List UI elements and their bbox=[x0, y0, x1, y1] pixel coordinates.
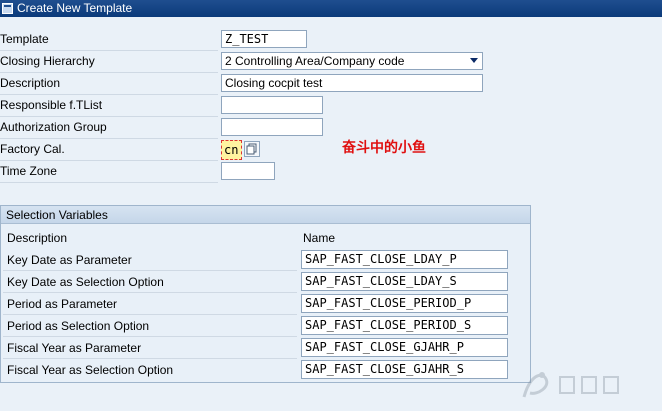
window-icon bbox=[2, 3, 13, 14]
variable-description: Fiscal Year as Parameter bbox=[7, 341, 142, 355]
variable-name-field[interactable]: SAP_FAST_CLOSE_GJAHR_P bbox=[301, 338, 508, 357]
responsible-label: Responsible f.TList bbox=[0, 95, 218, 117]
row-divider bbox=[3, 270, 297, 271]
selection-variables-title: Selection Variables bbox=[1, 206, 530, 224]
description-label: Description bbox=[0, 73, 218, 95]
template-label: Template bbox=[0, 29, 218, 51]
factory-cal-field[interactable]: cn bbox=[221, 140, 242, 160]
variable-name-field[interactable]: SAP_FAST_CLOSE_GJAHR_S bbox=[301, 360, 508, 379]
variable-description: Fiscal Year as Selection Option bbox=[7, 363, 174, 377]
variable-description: Key Date as Parameter bbox=[7, 253, 132, 267]
selection-variables-group: Selection Variables Description Name Key… bbox=[0, 205, 531, 383]
responsible-field[interactable] bbox=[221, 96, 323, 114]
closing-hierarchy-label: Closing Hierarchy bbox=[0, 51, 218, 73]
description-field[interactable]: Closing cocpit test bbox=[221, 74, 483, 92]
window-title-bar: Create New Template bbox=[0, 0, 662, 17]
variable-description: Key Date as Selection Option bbox=[7, 275, 164, 289]
closing-hierarchy-value: 2 Controlling Area/Company code bbox=[225, 54, 405, 68]
row-divider bbox=[3, 358, 297, 359]
row-divider bbox=[3, 336, 297, 337]
window-title: Create New Template bbox=[17, 1, 133, 15]
variable-description: Period as Parameter bbox=[7, 297, 118, 311]
form-area: Template Z_TEST Closing Hierarchy 2 Cont… bbox=[0, 17, 662, 411]
row-divider bbox=[3, 314, 297, 315]
chevron-down-icon[interactable] bbox=[470, 58, 478, 63]
closing-hierarchy-dropdown[interactable]: 2 Controlling Area/Company code bbox=[221, 52, 483, 70]
variable-name-field[interactable]: SAP_FAST_CLOSE_PERIOD_P bbox=[301, 294, 508, 313]
auth-group-field[interactable] bbox=[221, 118, 323, 136]
variable-name-field[interactable]: SAP_FAST_CLOSE_LDAY_S bbox=[301, 272, 508, 291]
value-help-icon[interactable] bbox=[244, 141, 260, 157]
variable-name-field[interactable]: SAP_FAST_CLOSE_LDAY_P bbox=[301, 250, 508, 269]
time-zone-label: Time Zone bbox=[0, 161, 218, 183]
auth-group-label: Authorization Group bbox=[0, 117, 218, 139]
watermark-logo bbox=[522, 372, 619, 398]
factory-cal-label: Factory Cal. bbox=[0, 139, 218, 161]
template-field[interactable]: Z_TEST bbox=[221, 30, 307, 48]
variable-name-field[interactable]: SAP_FAST_CLOSE_PERIOD_S bbox=[301, 316, 508, 335]
time-zone-field[interactable] bbox=[221, 162, 275, 180]
row-divider bbox=[3, 292, 297, 293]
annotation-text: 奋斗中的小鱼 bbox=[342, 139, 426, 155]
name-column-header: Name bbox=[303, 231, 336, 245]
description-column-header: Description bbox=[7, 231, 68, 245]
variable-description: Period as Selection Option bbox=[7, 319, 150, 333]
